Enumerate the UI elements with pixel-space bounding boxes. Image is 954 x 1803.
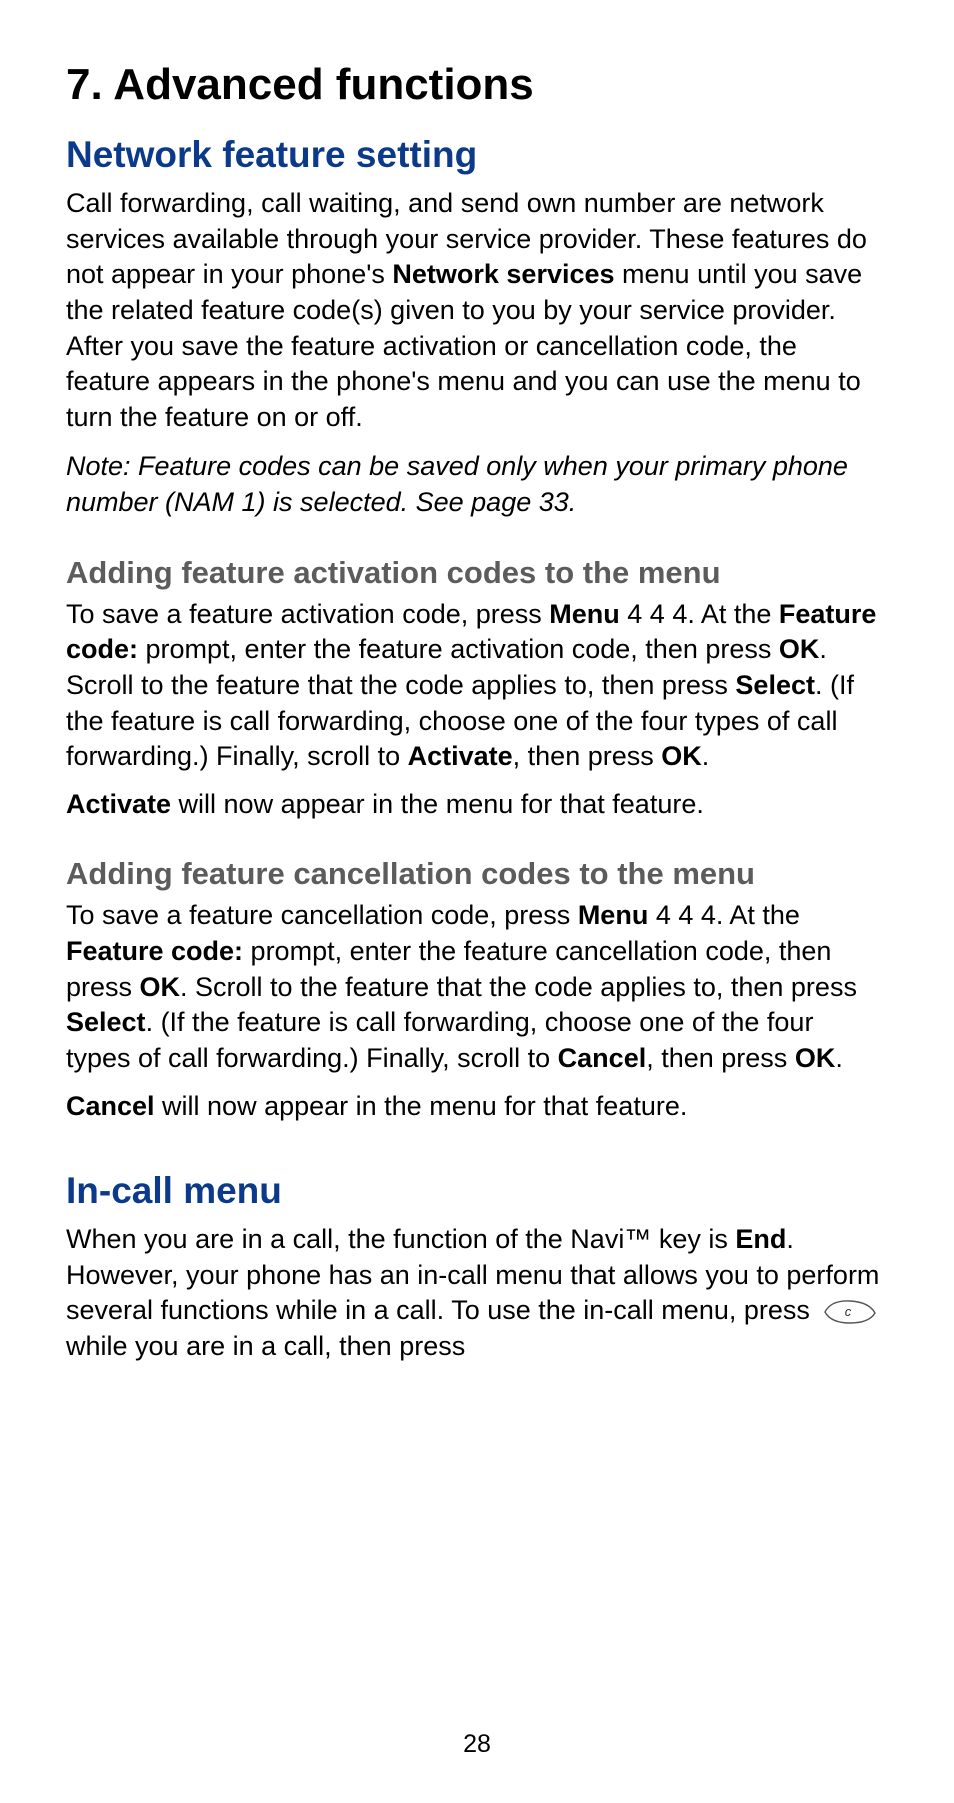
c-key-icon: c [821,1298,879,1326]
bold-select: Select [735,670,815,700]
svg-text:c: c [845,1304,852,1319]
note-paragraph: Note: Feature codes can be saved only wh… [66,449,884,520]
cancellation-result-paragraph: Cancel will now appear in the menu for t… [66,1089,884,1125]
section-in-call-menu: In-call menu [66,1170,884,1212]
manual-page: 7. Advanced functions Network feature se… [0,0,954,1803]
bold-menu: Menu [549,599,620,629]
bold-ok: OK [140,972,181,1002]
text: . Scroll to the feature that the code ap… [180,972,857,1002]
activation-result-paragraph: Activate will now appear in the menu for… [66,787,884,823]
bold-feature-code: Feature code: [66,936,243,966]
text: will now appear in the menu for that fea… [155,1091,688,1121]
text: prompt, enter the feature activation cod… [138,634,779,664]
incall-paragraph: When you are in a call, the function of … [66,1222,884,1365]
text: 4 4 4. At the [648,900,800,930]
bold-activate: Activate [408,741,513,771]
text: To save a feature activation code, press [66,599,549,629]
activation-steps-paragraph: To save a feature activation code, press… [66,597,884,775]
bold-select: Select [66,1007,146,1037]
text: . [835,1043,843,1073]
bold-menu: Menu [578,900,649,930]
text: 4 4 4. At the [620,599,779,629]
text: To save a feature cancellation code, pre… [66,900,578,930]
cancellation-steps-paragraph: To save a feature cancellation code, pre… [66,898,884,1076]
bold-cancel: Cancel [558,1043,647,1073]
bold-ok: OK [795,1043,836,1073]
bold-network-services: Network services [392,259,614,289]
text: while you are in a call, then press [66,1331,465,1361]
text: When you are in a call, the function of … [66,1224,735,1254]
text: , then press [646,1043,795,1073]
text: will now appear in the menu for that fea… [171,789,704,819]
text: . [702,741,710,771]
subhead-adding-cancellation-codes: Adding feature cancellation codes to the… [66,856,884,892]
bold-cancel: Cancel [66,1091,155,1121]
text: , then press [513,741,662,771]
page-number: 28 [0,1730,954,1759]
intro-paragraph: Call forwarding, call waiting, and send … [66,186,884,435]
subhead-adding-activation-codes: Adding feature activation codes to the m… [66,555,884,591]
bold-ok: OK [661,741,702,771]
bold-activate: Activate [66,789,171,819]
section-network-feature-setting: Network feature setting [66,134,884,176]
chapter-title: 7. Advanced functions [66,60,884,110]
bold-end: End [735,1224,786,1254]
bold-ok: OK [779,634,820,664]
